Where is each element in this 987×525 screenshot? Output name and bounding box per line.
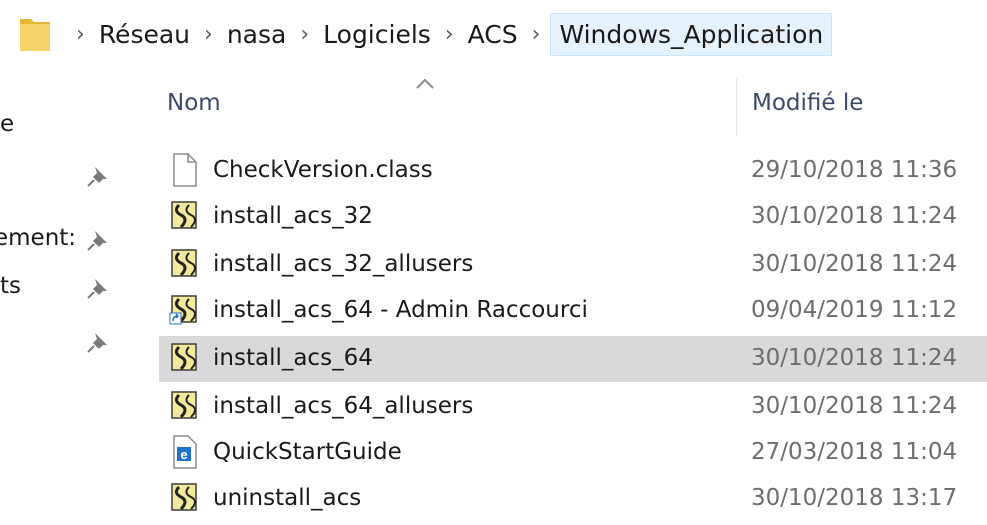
script-icon bbox=[171, 201, 197, 229]
file-date: 30/10/2018 11:24 bbox=[751, 345, 958, 371]
breadcrumb-item-nasa[interactable]: nasa bbox=[227, 16, 287, 53]
file-row[interactable]: CheckVersion.class 29/10/2018 11:36 bbox=[159, 148, 987, 194]
file-row[interactable]: uninstall_acs 30/10/2018 13:17 bbox=[159, 476, 987, 522]
folder-icon bbox=[20, 19, 50, 51]
html-document-icon: e bbox=[173, 435, 197, 469]
chevron-right-icon[interactable]: › bbox=[532, 22, 541, 47]
nav-item-label: ement: bbox=[0, 225, 77, 251]
file-name: uninstall_acs bbox=[213, 485, 362, 511]
file-date: 27/03/2018 11:04 bbox=[751, 439, 958, 465]
file-row-selected[interactable]: install_acs_64 30/10/2018 11:24 bbox=[159, 336, 987, 382]
file-row[interactable]: install_acs_32 30/10/2018 11:24 bbox=[159, 194, 987, 240]
navigation-pane: e ement: ts bbox=[0, 66, 125, 525]
pin-icon[interactable] bbox=[86, 228, 110, 252]
pin-icon[interactable] bbox=[86, 276, 110, 300]
script-icon bbox=[171, 249, 197, 277]
file-name: QuickStartGuide bbox=[213, 439, 402, 465]
blank-file-icon bbox=[173, 153, 197, 187]
script-icon bbox=[171, 343, 197, 371]
file-date: 29/10/2018 11:36 bbox=[751, 157, 958, 183]
chevron-right-icon[interactable]: › bbox=[204, 22, 213, 47]
script-icon bbox=[171, 391, 197, 419]
nav-item[interactable] bbox=[0, 324, 125, 364]
file-date: 30/10/2018 13:17 bbox=[751, 485, 958, 511]
chevron-right-icon[interactable]: › bbox=[300, 22, 309, 47]
column-header-modified[interactable]: Modifié le bbox=[752, 90, 863, 116]
svg-text:e: e bbox=[180, 447, 187, 462]
column-header-name[interactable]: Nom bbox=[167, 90, 221, 116]
file-name: install_acs_32 bbox=[213, 203, 373, 229]
file-date: 30/10/2018 11:24 bbox=[751, 251, 958, 277]
file-row[interactable]: install_acs_64_allusers 30/10/2018 11:24 bbox=[159, 384, 987, 430]
file-list: Nom Modifié le CheckVersion.class 29/10/… bbox=[125, 66, 987, 525]
file-name: install_acs_32_allusers bbox=[213, 251, 474, 277]
file-row[interactable]: e QuickStartGuide 27/03/2018 11:04 bbox=[159, 430, 987, 476]
chevron-up-icon bbox=[416, 78, 434, 89]
nav-item[interactable] bbox=[0, 156, 125, 196]
nav-item[interactable]: ts bbox=[0, 268, 125, 308]
breadcrumb-item-reseau[interactable]: Réseau bbox=[99, 16, 190, 53]
nav-item[interactable]: e bbox=[0, 106, 125, 146]
file-name: CheckVersion.class bbox=[213, 157, 433, 183]
script-icon bbox=[171, 483, 197, 511]
pin-icon[interactable] bbox=[86, 164, 110, 188]
breadcrumb-item-windows-application[interactable]: Windows_Application bbox=[550, 12, 833, 56]
file-date: 30/10/2018 11:24 bbox=[751, 203, 958, 229]
breadcrumb-item-acs[interactable]: ACS bbox=[468, 16, 518, 53]
nav-item[interactable]: ement: bbox=[0, 220, 125, 260]
file-name: install_acs_64 bbox=[213, 345, 373, 371]
file-date: 09/04/2019 11:12 bbox=[751, 297, 958, 323]
breadcrumb: › Réseau › nasa › Logiciels › ACS › Wind… bbox=[62, 10, 833, 58]
file-name: install_acs_64 - Admin Raccourci bbox=[213, 297, 588, 323]
script-shortcut-icon bbox=[169, 295, 197, 325]
file-name: install_acs_64_allusers bbox=[213, 393, 474, 419]
file-row[interactable]: install_acs_64 - Admin Raccourci 09/04/2… bbox=[159, 288, 987, 334]
breadcrumb-item-logiciels[interactable]: Logiciels bbox=[323, 16, 431, 53]
nav-item-label: e bbox=[0, 111, 15, 137]
chevron-right-icon[interactable]: › bbox=[445, 22, 454, 47]
file-row[interactable]: install_acs_32_allusers 30/10/2018 11:24 bbox=[159, 242, 987, 288]
column-divider[interactable] bbox=[736, 78, 737, 136]
file-date: 30/10/2018 11:24 bbox=[751, 393, 958, 419]
pin-icon[interactable] bbox=[86, 330, 110, 354]
address-bar[interactable]: › Réseau › nasa › Logiciels › ACS › Wind… bbox=[0, 0, 987, 66]
chevron-right-icon[interactable]: › bbox=[76, 22, 85, 47]
nav-item-label: ts bbox=[0, 273, 22, 299]
